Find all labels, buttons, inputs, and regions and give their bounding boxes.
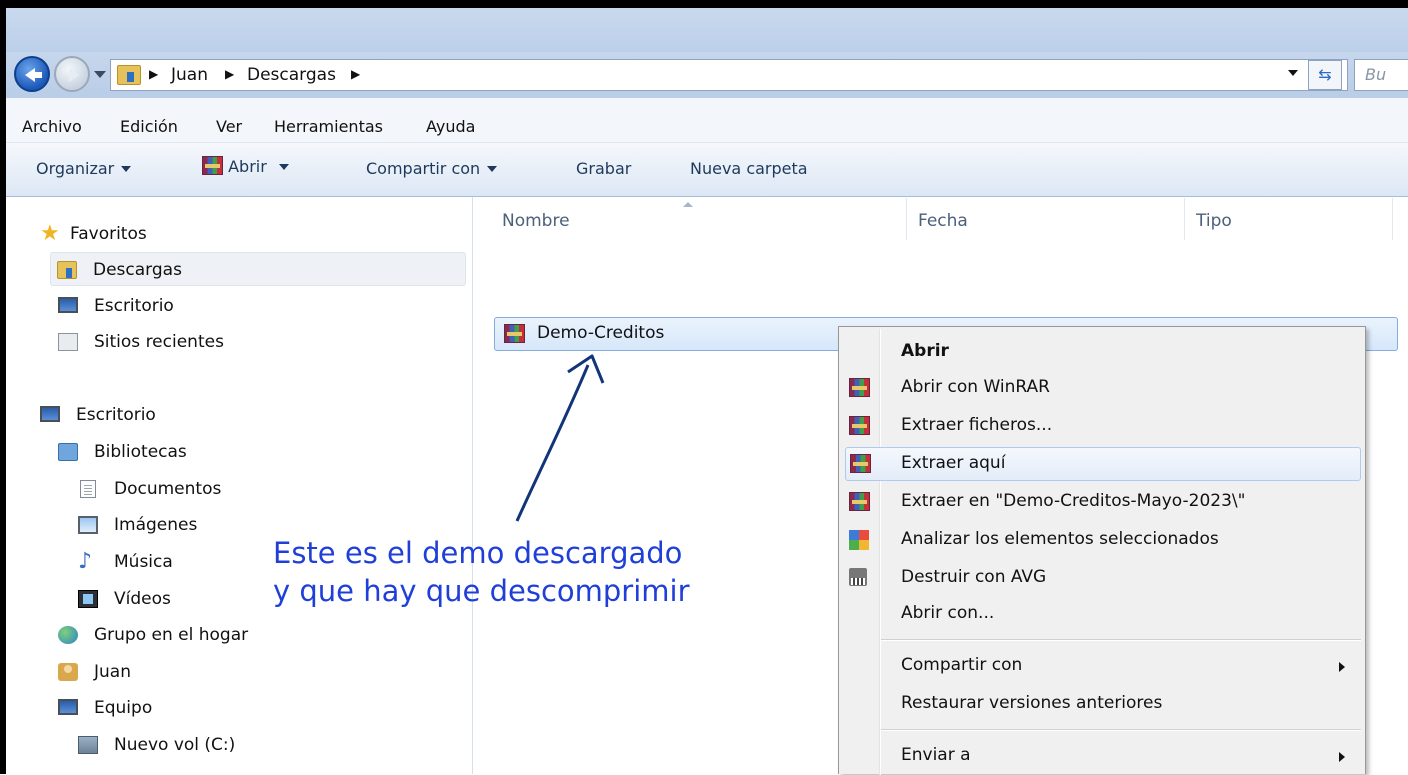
ctx-extract-to-folder[interactable]: Extraer en "Demo-Creditos-Mayo-2023\" [841, 485, 1363, 519]
ctx-send-to-label: Enviar a [901, 745, 971, 765]
winrar-icon [849, 416, 870, 435]
ctx-extract-files-label: Extraer ficheros... [901, 415, 1053, 435]
ctx-shred-label: Destruir con AVG [901, 567, 1047, 587]
ctx-share-with-label: Compartir con [901, 655, 1023, 675]
ctx-extract-here[interactable]: Extraer aquí [845, 447, 1361, 481]
ctx-open-label: Abrir [901, 341, 949, 361]
ctx-shred-avg[interactable]: Destruir con AVG [841, 561, 1363, 595]
ctx-open[interactable]: Abrir [841, 335, 1363, 369]
ctx-extract-files[interactable]: Extraer ficheros... [841, 409, 1363, 443]
ctx-restore-label: Restaurar versiones anteriores [901, 693, 1163, 713]
annotation-line-1: Este es el demo descargado [273, 536, 683, 570]
winrar-icon [849, 378, 870, 397]
annotation-line-2: y que hay que descomprimir [273, 574, 690, 608]
ctx-send-to[interactable]: Enviar a [841, 739, 1363, 773]
avg-scan-icon [849, 530, 869, 550]
ctx-extract-to-label: Extraer en "Demo-Creditos-Mayo-2023\" [901, 491, 1246, 511]
context-menu-separator [881, 639, 1361, 641]
submenu-arrow-icon [1339, 752, 1345, 762]
ctx-open-with-label: Abrir con... [901, 603, 995, 623]
ctx-extract-here-label: Extraer aquí [901, 453, 1006, 473]
context-menu: Abrir Abrir con WinRAR Extraer ficheros.… [838, 326, 1366, 775]
submenu-arrow-icon [1339, 662, 1345, 672]
annotation-arrow-line [515, 364, 590, 522]
ctx-restore-previous-versions[interactable]: Restaurar versiones anteriores [841, 687, 1363, 721]
ctx-open-with-winrar[interactable]: Abrir con WinRAR [841, 371, 1363, 405]
ctx-share-with[interactable]: Compartir con [841, 649, 1363, 683]
ctx-scan-avg[interactable]: Analizar los elementos seleccionados [841, 523, 1363, 557]
context-menu-separator [881, 729, 1361, 731]
ctx-open-winrar-label: Abrir con WinRAR [901, 377, 1050, 397]
winrar-icon [849, 492, 870, 511]
shredder-icon [849, 568, 867, 586]
ctx-scan-label: Analizar los elementos seleccionados [901, 529, 1219, 549]
annotation-text: Este es el demo descargado y que hay que… [273, 534, 690, 610]
ctx-open-with[interactable]: Abrir con... [841, 597, 1363, 631]
winrar-icon [850, 454, 871, 473]
